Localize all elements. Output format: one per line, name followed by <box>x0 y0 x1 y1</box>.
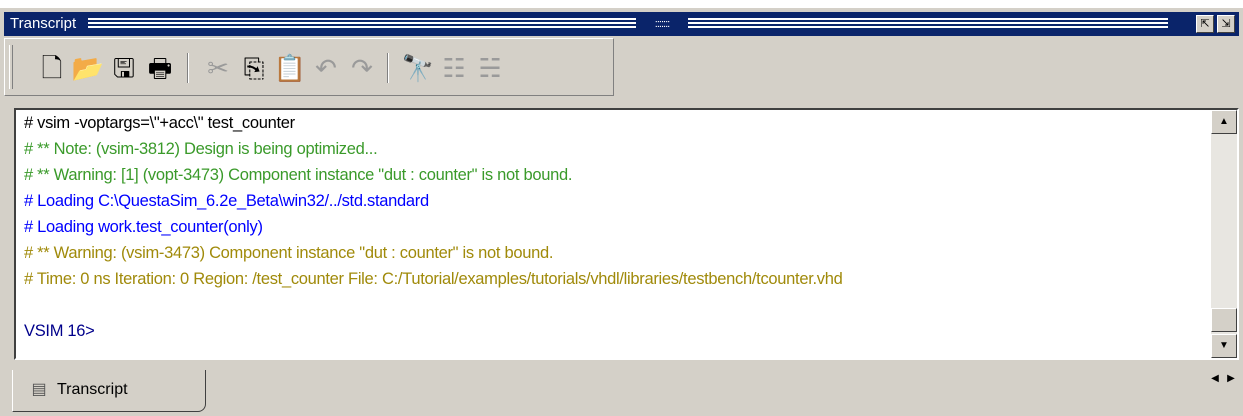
tree-expand-icon: ☵ <box>478 53 502 83</box>
tab-label: Transcript <box>57 381 128 398</box>
arrow-down-icon: ▼ <box>1219 340 1229 351</box>
new-document-icon: 🗋 <box>41 53 63 83</box>
command-prompt[interactable]: VSIM 16> <box>24 322 95 341</box>
transcript-line: # vsim -voptargs=\"+acc\" test_counter <box>24 114 295 132</box>
cropped-heading-strip <box>0 0 1243 8</box>
float-window-button[interactable]: ⇱ <box>1196 15 1214 33</box>
new-file-button[interactable]: 🗋 <box>35 53 69 83</box>
paste-button[interactable]: 📋 <box>273 53 307 83</box>
undo-icon: ↶ <box>315 53 337 83</box>
tab-transcript[interactable]: ▤ Transcript <box>12 370 206 412</box>
tree-collapse-icon: ☷ <box>442 53 466 83</box>
expand-tree-button[interactable]: ☵ <box>473 53 507 83</box>
find-button[interactable]: 🔭 <box>401 53 435 83</box>
paste-icon: 📋 <box>273 53 307 83</box>
undo-button[interactable]: ↶ <box>309 53 343 83</box>
vertical-scrollbar[interactable]: ▲ ▼ <box>1211 110 1237 358</box>
toolbar-separator <box>187 53 189 83</box>
transcript-line: # ** Warning: (vsim-3473) Component inst… <box>24 244 554 262</box>
transcript-icon: ▤ <box>31 381 47 398</box>
scissors-icon: ✂ <box>207 53 229 83</box>
collapse-tree-button[interactable]: ☷ <box>437 53 471 83</box>
scroll-down-button[interactable]: ▼ <box>1211 334 1237 358</box>
transcript-text-area[interactable]: # vsim -voptargs=\"+acc\" test_counter #… <box>14 108 1239 360</box>
print-button[interactable]: 🖶 <box>143 53 177 83</box>
open-file-button[interactable]: 📂 <box>71 53 105 83</box>
title-bar[interactable]: Transcript ::::::: ⇱ ⇲ <box>4 12 1239 36</box>
title-drag-grip[interactable] <box>88 18 1168 30</box>
transcript-window: Transcript ::::::: ⇱ ⇲ 🗋 📂 🖫 🖶 ✂ ⎘ 📋 ↶ ↷… <box>0 8 1243 416</box>
binoculars-icon: 🔭 <box>401 53 435 83</box>
toolbar-separator <box>387 53 389 83</box>
tab-bar: ▤ Transcript ◀ ▶ <box>0 362 1243 416</box>
undock-window-button[interactable]: ⇲ <box>1217 15 1235 33</box>
float-window-icon: ⇱ <box>1200 18 1210 30</box>
transcript-line: # Time: 0 ns Iteration: 0 Region: /test_… <box>24 270 843 288</box>
redo-icon: ↷ <box>351 53 373 83</box>
scroll-up-button[interactable]: ▲ <box>1211 110 1237 134</box>
undock-window-icon: ⇲ <box>1221 18 1231 30</box>
printer-icon: 🖶 <box>147 53 173 83</box>
folder-open-icon: 📂 <box>71 53 105 83</box>
copy-icon: ⎘ <box>243 53 265 83</box>
transcript-line: # ** Warning: [1] (vopt-3473) Component … <box>24 166 573 184</box>
transcript-line: # Loading C:\QuestaSim_6.2e_Beta\win32/.… <box>24 192 429 210</box>
redo-button[interactable]: ↷ <box>345 53 379 83</box>
transcript-line: # Loading work.test_counter(only) <box>24 218 263 236</box>
toolbar-grip[interactable] <box>9 45 13 89</box>
tab-scroll-right-button[interactable]: ▶ <box>1222 370 1240 388</box>
arrow-up-icon: ▲ <box>1219 116 1229 127</box>
transcript-line: # ** Note: (vsim-3812) Design is being o… <box>24 140 378 158</box>
scroll-thumb[interactable] <box>1211 308 1237 332</box>
arrow-left-icon: ◀ <box>1211 373 1219 384</box>
title-grip-dots[interactable]: ::::::: <box>636 16 688 32</box>
toolbar: 🗋 📂 🖫 🖶 ✂ ⎘ 📋 ↶ ↷ 🔭 ☷ ☵ <box>4 38 614 96</box>
transcript-content[interactable]: # vsim -voptargs=\"+acc\" test_counter #… <box>16 110 1211 358</box>
save-button[interactable]: 🖫 <box>107 53 141 83</box>
arrow-right-icon: ▶ <box>1227 373 1235 384</box>
floppy-disk-icon: 🖫 <box>112 53 136 83</box>
copy-button[interactable]: ⎘ <box>237 53 271 83</box>
cut-button[interactable]: ✂ <box>201 53 235 83</box>
window-title: Transcript <box>10 15 77 32</box>
